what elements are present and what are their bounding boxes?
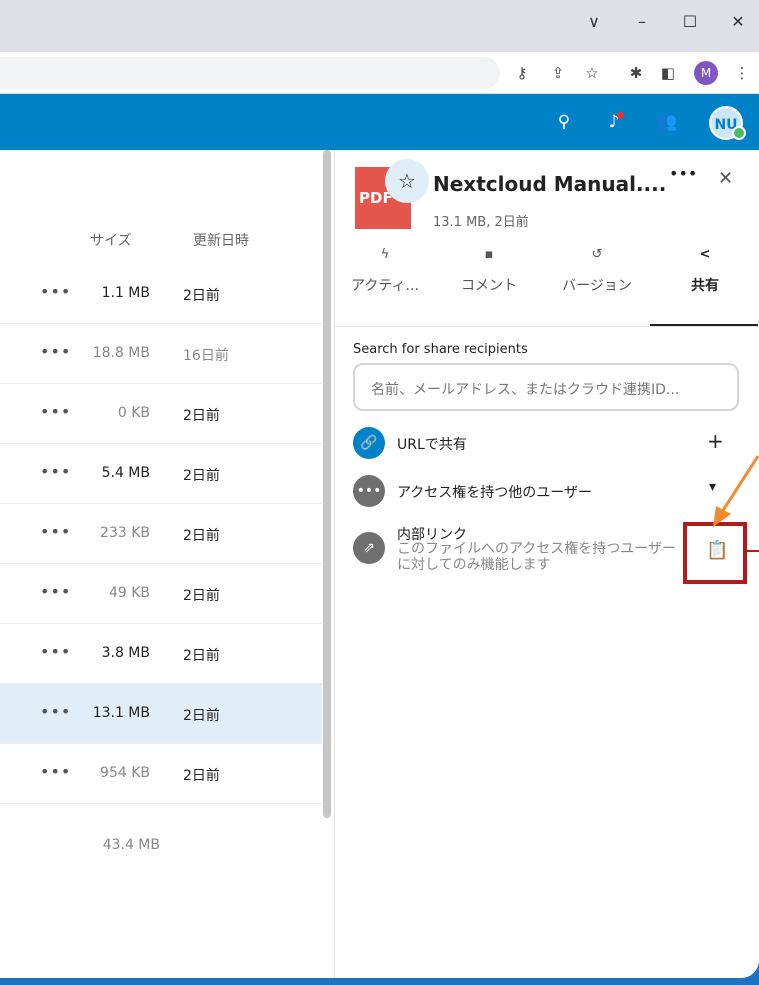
annotation-arrow [713, 455, 759, 552]
